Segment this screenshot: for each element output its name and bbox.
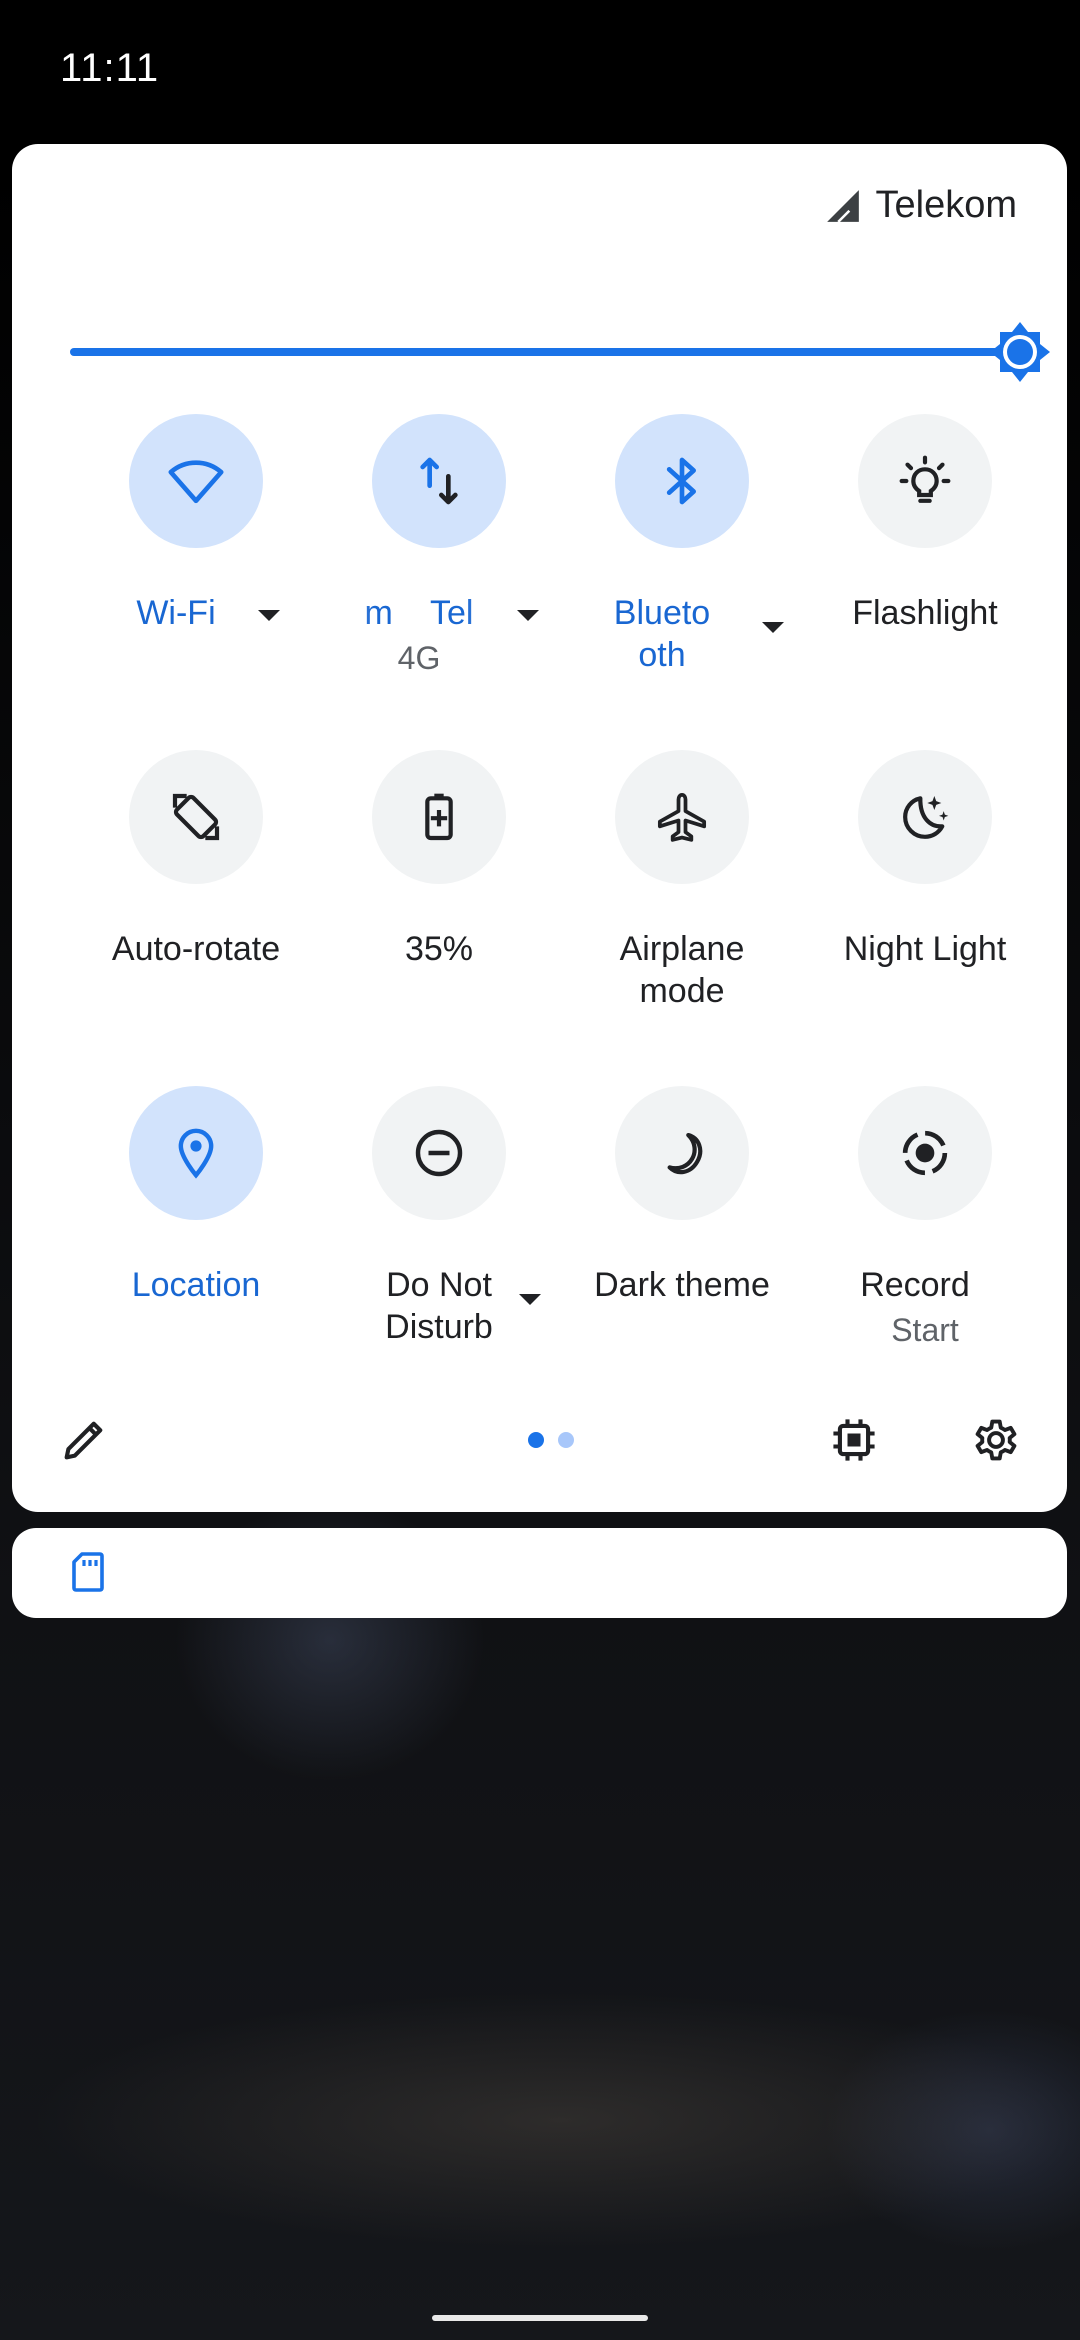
- tile-dark-theme-toggle[interactable]: [615, 1086, 749, 1220]
- tile-screen-record[interactable]: Record Start: [803, 1086, 1047, 1386]
- chip-button[interactable]: [824, 1410, 884, 1470]
- quick-settings-panel: Telekom Wi-Fi m Tel 4G Blueto oth Flashl…: [12, 144, 1067, 1512]
- status-time: 11:11: [60, 46, 160, 90]
- tile-battery-saver-toggle[interactable]: [372, 750, 506, 884]
- sd-card-icon: [72, 1552, 104, 1592]
- battery-icon: [425, 793, 453, 841]
- tile-battery-saver[interactable]: 35%: [317, 750, 561, 1050]
- tile-flashlight[interactable]: Flashlight: [803, 414, 1047, 714]
- tile-screen-record-sublabel: Start: [891, 1312, 959, 1348]
- bluetooth-icon: [666, 457, 696, 505]
- tile-dnd-label-line2: Disturb: [385, 1308, 493, 1346]
- tile-airplane-label-line2: mode: [639, 972, 725, 1010]
- location-icon: [178, 1128, 214, 1179]
- edit-button[interactable]: [54, 1410, 114, 1470]
- tile-bluetooth-label-line1: Blueto: [613, 594, 711, 632]
- tile-airplane-label: Airplane mode: [560, 928, 804, 1012]
- tile-wifi-toggle[interactable]: [129, 414, 263, 548]
- brightness-fill: [70, 348, 1020, 356]
- page-dot-1: [528, 1432, 544, 1448]
- tile-bluetooth[interactable]: Blueto oth: [560, 414, 804, 714]
- carrier-indicator: Telekom: [824, 184, 1018, 227]
- tile-dnd-expand[interactable]: [519, 1294, 541, 1305]
- tile-location-toggle[interactable]: [129, 1086, 263, 1220]
- flashlight-icon: [899, 455, 951, 503]
- tile-auto-rotate-toggle[interactable]: [129, 750, 263, 884]
- tile-flashlight-label: Flashlight: [852, 594, 998, 632]
- brightness-icon: [990, 322, 1050, 382]
- tile-dark-theme[interactable]: Dark theme: [560, 1086, 804, 1386]
- page-dot-2: [558, 1432, 574, 1448]
- brightness-track[interactable]: [70, 348, 1020, 356]
- settings-icon: [975, 1419, 1017, 1461]
- night-light-icon: [903, 796, 949, 839]
- tile-airplane[interactable]: Airplane mode: [560, 750, 804, 1050]
- tile-location[interactable]: Location: [74, 1086, 318, 1386]
- tile-screen-record-label: Record: [860, 1266, 970, 1304]
- airplane-icon: [657, 792, 707, 842]
- tile-dnd-toggle[interactable]: [372, 1086, 506, 1220]
- carrier-name: Telekom: [875, 184, 1018, 226]
- tile-bluetooth-toggle[interactable]: [615, 414, 749, 548]
- wifi-icon: [168, 460, 224, 504]
- tile-night-light[interactable]: Night Light: [803, 750, 1047, 1050]
- brightness-thumb[interactable]: [988, 320, 1052, 384]
- brightness-slider[interactable]: [70, 322, 1050, 382]
- tile-mobile-data-toggle[interactable]: [372, 414, 506, 548]
- screen: 11:11 Telekom Wi-Fi m Tel 4G Blueto oth …: [0, 0, 1080, 2340]
- chip-icon: [833, 1419, 875, 1461]
- tile-dnd[interactable]: Do Not Disturb: [317, 1086, 561, 1386]
- tile-auto-rotate[interactable]: Auto-rotate: [74, 750, 318, 1050]
- tile-mobile-data-label: m Tel: [364, 594, 474, 632]
- tile-mobile-data-expand[interactable]: [517, 610, 539, 621]
- tile-airplane-label-line1: Airplane: [619, 930, 745, 968]
- settings-button[interactable]: [966, 1410, 1026, 1470]
- tile-night-light-label: Night Light: [843, 930, 1007, 968]
- notification-card[interactable]: [12, 1528, 1067, 1618]
- tile-dark-theme-label: Dark theme: [594, 1266, 770, 1304]
- page-indicator: [528, 1432, 574, 1448]
- tile-bluetooth-label: Blueto oth: [550, 592, 774, 676]
- dnd-icon: [415, 1129, 463, 1177]
- tile-mobile-data[interactable]: m Tel 4G: [317, 414, 561, 714]
- tile-bluetooth-expand[interactable]: [762, 622, 784, 633]
- tile-screen-record-toggle[interactable]: [858, 1086, 992, 1220]
- auto-rotate-icon: [172, 793, 220, 841]
- edit-icon: [64, 1421, 103, 1460]
- tile-location-label: Location: [131, 1266, 261, 1304]
- tile-battery-saver-label: 35%: [404, 930, 474, 968]
- tile-auto-rotate-label: Auto-rotate: [111, 930, 281, 968]
- tile-airplane-toggle[interactable]: [615, 750, 749, 884]
- dark-theme-icon: [667, 1132, 703, 1175]
- tile-wifi-expand[interactable]: [258, 610, 280, 621]
- tile-wifi[interactable]: Wi-Fi: [74, 414, 318, 714]
- tile-bluetooth-label-line2: oth: [638, 636, 686, 674]
- tile-night-light-toggle[interactable]: [858, 750, 992, 884]
- mobile-data-icon: [420, 457, 458, 505]
- screen-record-icon: [902, 1130, 948, 1176]
- tile-mobile-data-sublabel: 4G: [397, 640, 441, 676]
- signal-icon: [826, 189, 859, 223]
- home-indicator[interactable]: [432, 2315, 648, 2321]
- tile-wifi-label: Wi-Fi: [136, 594, 216, 632]
- tile-dnd-label: Do Not Disturb: [317, 1264, 561, 1348]
- tile-flashlight-toggle[interactable]: [858, 414, 992, 548]
